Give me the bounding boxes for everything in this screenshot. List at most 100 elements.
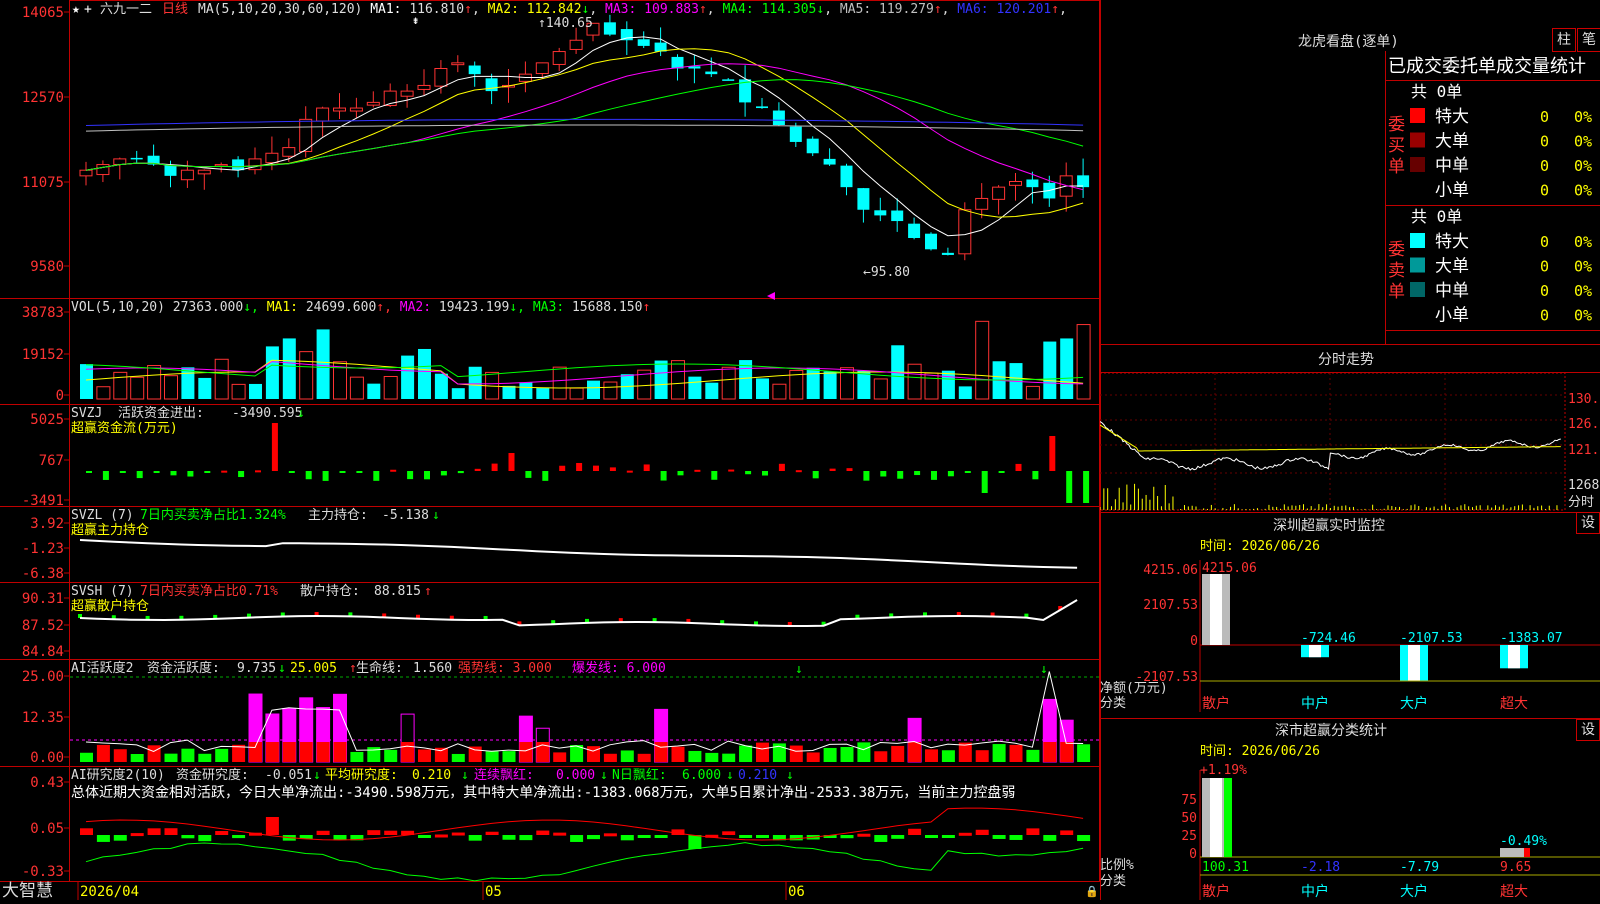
aihy-bar — [992, 744, 1006, 762]
sz-monitor-title: 深圳超赢实时监控 — [1273, 517, 1385, 534]
vol-ma-arrow-3: ↑ — [642, 300, 650, 315]
aihy-panel[interactable]: ↓ ↓ — [70, 662, 1100, 763]
main-chart-area[interactable]: ↑140.65 ←95.80 ⇟ ↓ ↓ 14065 12570 11075 9580 387… — [0, 0, 1100, 901]
sz-monitor-settings-button[interactable]: 设 — [1576, 512, 1600, 534]
kline-candle-down — [823, 158, 836, 165]
aiyj-avg-label: 平均研究度: — [325, 767, 398, 783]
volume-bar-down — [536, 388, 550, 399]
kline-candle-down — [722, 79, 735, 81]
svzl-text2: 主力持仓: — [308, 508, 368, 523]
kline-candle-down — [637, 39, 650, 46]
svsh-arrow: ↑ — [424, 584, 432, 599]
aiyj-panel[interactable] — [80, 807, 1091, 882]
svsh-panel[interactable] — [78, 599, 1078, 627]
low-price-marker: ←95.80 — [863, 265, 910, 280]
kline-candle-down — [941, 252, 954, 255]
kline-candle-up — [79, 169, 93, 177]
aihy-bar — [587, 746, 600, 762]
right-frames — [1100, 0, 1600, 900]
aihy-signal-arrow: ↓ — [795, 662, 803, 677]
lock-icon[interactable]: 🔒 — [1085, 885, 1099, 898]
kline-candle-down — [756, 106, 768, 109]
svzl-panel[interactable] — [79, 539, 1078, 569]
aiyj-n: 6.000 — [682, 768, 721, 783]
aiyj-bar — [1060, 830, 1074, 835]
aihy-bar — [925, 749, 938, 762]
volume-bar-down — [519, 382, 533, 399]
svzj-arrow: ↓ — [297, 406, 305, 421]
kline-chart-canvas[interactable]: ↑140.65←95.80⇟ ↓ ↓ 1406512570110759580387… — [0, 0, 1100, 901]
szm-cat-label: 中户 — [1301, 695, 1329, 712]
aiyj-bar — [265, 817, 279, 835]
svzl-value: -5.138 — [382, 508, 429, 523]
volume-bar-up — [147, 365, 162, 400]
svzl-code: SVZL (7) — [71, 508, 134, 523]
aiyj-bar — [485, 831, 499, 835]
aihy-bar — [96, 744, 110, 762]
volume-bar-up — [231, 383, 246, 400]
aiyj-bar — [587, 835, 600, 840]
svsh-ytick: 90.31 — [22, 591, 64, 607]
vertical-char: 委 — [1388, 240, 1405, 260]
aihy-bar-red — [1060, 742, 1074, 762]
aihy-bar — [215, 748, 229, 762]
aiyj-green-line — [85, 842, 1084, 882]
tab-tick-button[interactable]: 笔 — [1577, 28, 1600, 52]
aiyj-bar — [958, 832, 972, 836]
aiyj-bar — [1026, 828, 1040, 835]
aihy-life-label: 生命线: — [356, 660, 403, 676]
fenshi-chart[interactable]: 130.9 126.0 121.1 1268 分时 — [1099, 372, 1600, 511]
aihy-bar — [1009, 744, 1023, 762]
volume-ytick: 0 — [56, 388, 64, 404]
aihy-bar — [350, 751, 364, 762]
aiyj-bar — [654, 835, 668, 838]
aihy-bar — [1026, 749, 1040, 762]
aiyj-lx: 0.000 — [556, 768, 595, 783]
volume-bar-down — [434, 373, 448, 399]
sell_rows-name: 特大 — [1435, 232, 1469, 252]
star-icon: ★ — [72, 2, 80, 17]
kline-candle-up — [417, 84, 431, 90]
buy_rows-swatch — [1410, 108, 1425, 123]
svzj-bar — [424, 471, 430, 480]
aihy-bar-red — [249, 742, 262, 762]
sz-class-settings-button[interactable]: 设 — [1576, 719, 1600, 741]
aiyj-bar — [840, 835, 854, 839]
aiyj-value: -0.051 — [265, 768, 312, 783]
kline-panel[interactable]: ↑140.65←95.80⇟ — [79, 13, 1090, 300]
szc-cat-label: 中户 — [1301, 883, 1329, 900]
svzj-bar — [271, 423, 278, 471]
ma-sep: , — [942, 2, 958, 17]
sell_rows-pct: 0% — [1574, 233, 1592, 251]
szm-cat-label: 大户 — [1400, 695, 1428, 712]
aihy-line — [85, 671, 1084, 753]
svzj-bar — [1049, 436, 1056, 471]
svzj-bar — [373, 471, 380, 481]
svzj-bar — [711, 471, 718, 480]
aiyj-bar — [367, 830, 381, 835]
kline-ytick: 11075 — [22, 175, 64, 191]
xaxis-label-3: 06 — [788, 884, 805, 900]
svzj-bar — [829, 468, 836, 471]
szm-value-label: -724.46 — [1301, 631, 1356, 646]
szc-value-label: -2.18 — [1301, 860, 1340, 875]
high-price-marker: ↑140.65 — [538, 16, 593, 31]
svzl-sub: 超赢主力持仓 — [71, 522, 149, 538]
volume-panel[interactable] — [80, 320, 1091, 400]
svzj-panel[interactable] — [86, 423, 1090, 503]
svzj-bar — [119, 471, 126, 473]
svzj-bar — [491, 463, 498, 471]
kline-candle-up — [96, 164, 110, 176]
lhb-sell-total: 共 0单 — [1411, 207, 1462, 226]
buy_rows-pct: 0% — [1574, 108, 1592, 126]
aihy-bar — [164, 753, 178, 762]
svzj-bar — [1083, 471, 1090, 503]
vol-ma-value-3: 15688.150 — [572, 300, 642, 315]
svzj-bar — [136, 471, 143, 479]
aiyj-bar — [451, 832, 465, 836]
tab-bar-button[interactable]: 柱 — [1552, 28, 1576, 52]
szc-xlabel: 分类 — [1100, 874, 1126, 889]
ma-arrow-3: ↑ — [699, 2, 707, 17]
volume-bar-up — [975, 320, 990, 400]
volume-bar-down — [1060, 338, 1074, 399]
